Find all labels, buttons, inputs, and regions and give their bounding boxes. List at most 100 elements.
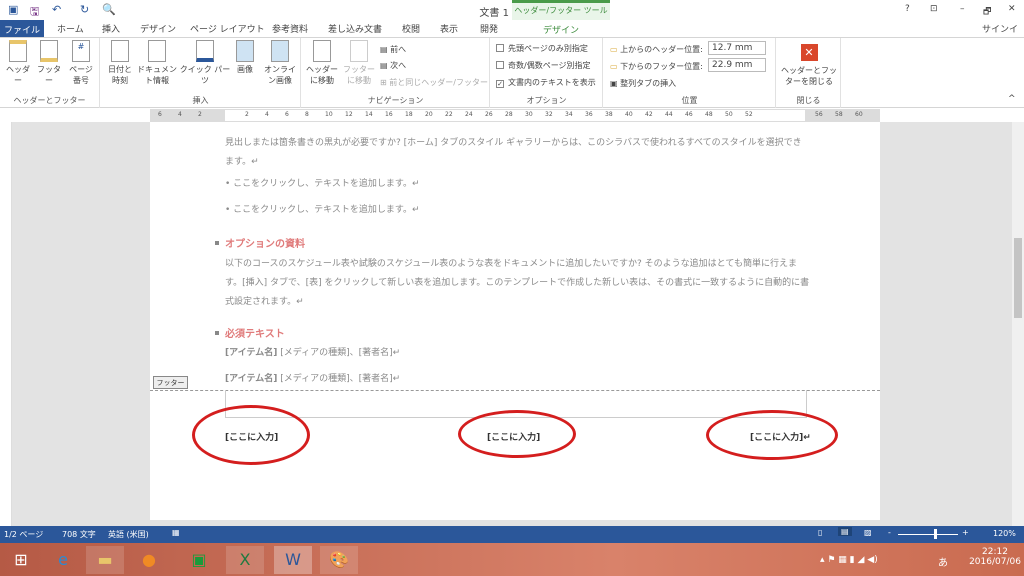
header-position-input[interactable]: 12.7 mm [708, 41, 766, 55]
group-header-footer: ヘッダー フッター # ページ番号 ヘッダーとフッター [0, 38, 100, 108]
group-options: 先頭ページのみ別指定 奇数/偶数ページ別指定 ✓ 文書内のテキストを表示 オプショ… [491, 38, 603, 108]
paragraph: 以下のコースのスケジュール表や試験のスケジュール表のような表をドキュメントに追加… [225, 259, 810, 307]
clock[interactable]: 22:12 2016/07/06 [968, 547, 1022, 567]
insert-align-tab-button[interactable]: ▣ 整列タブの挿入 [610, 78, 676, 89]
status-bar: 1/2 ページ 708 文字 英語 (米国) ▦ ▯ ▤ ▨ - + 120% [0, 526, 1024, 543]
ruler-tick: 4 [265, 111, 269, 118]
collapse-ribbon-icon[interactable]: ^ [1008, 94, 1016, 104]
excel-icon[interactable]: X [226, 546, 264, 574]
align-tab-label: 整列タブの挿入 [620, 79, 677, 88]
tab-review[interactable]: 校閲 [402, 22, 420, 35]
page-count[interactable]: 1/2 ページ [4, 529, 43, 540]
tab-file[interactable]: ファイル [0, 20, 44, 37]
ruler-tick: 56 [815, 111, 823, 118]
web-layout-icon[interactable]: ▨ [864, 528, 872, 537]
word-icon[interactable]: W [274, 546, 312, 574]
first-page-checkbox[interactable]: 先頭ページのみ別指定 [496, 43, 588, 54]
paint-icon[interactable]: 🎨 [320, 546, 358, 574]
ribbon-display-button[interactable]: ⊡ [930, 4, 938, 14]
quick-parts-button[interactable]: クイック パーツ [179, 38, 231, 86]
group-insert: 日付と時刻 ドキュメント情報 クイック パーツ 画像 オンライン画像 挿入 [101, 38, 301, 108]
picture-button[interactable]: 画像 [231, 38, 259, 75]
online-picture-button[interactable]: オンライン画像 [261, 38, 299, 86]
goheader-label: ヘッダーに移動 [306, 65, 338, 85]
picture-icon [236, 40, 254, 62]
file-explorer-icon[interactable]: ▬ [86, 546, 124, 574]
tab-mailings[interactable]: 差し込み文書 [328, 22, 382, 35]
zoom-out-button[interactable]: - [888, 528, 891, 537]
store-icon[interactable]: ▣ [180, 546, 218, 574]
tab-design[interactable]: デザイン [140, 22, 176, 35]
link-to-previous-button[interactable]: ⊞ 前と同じヘッダー/フッター [380, 77, 488, 88]
ruler-tick: 14 [365, 111, 373, 118]
help-button[interactable]: ? [905, 4, 910, 14]
previous-button[interactable]: ▤ 前へ [380, 44, 406, 55]
clock-time: 22:12 [982, 547, 1008, 557]
gofooter-label: フッターに移動 [343, 65, 375, 85]
odd-even-checkbox[interactable]: 奇数/偶数ページ別指定 [496, 60, 591, 71]
ruler-tick: 18 [405, 111, 413, 118]
firefox-icon[interactable]: ● [130, 546, 168, 574]
tab-references[interactable]: 参考資料 [272, 22, 308, 35]
tray-icons[interactable]: ▴ ⚑ ▦ ▮ ◢ ◀) [820, 555, 878, 565]
zoom-in-button[interactable]: + [962, 528, 969, 537]
footer-position-input[interactable]: 22.9 mm [708, 58, 766, 72]
tab-home[interactable]: ホーム [57, 22, 84, 35]
bullet-item: • ここをクリックし、テキストを追加します。↵ [225, 205, 420, 215]
heading-text: 必須テキスト [225, 329, 285, 340]
tab-developer[interactable]: 開発 [480, 22, 498, 35]
footer-button[interactable]: フッター [34, 38, 64, 86]
show-text-checkbox[interactable]: ✓ 文書内のテキストを表示 [496, 77, 596, 88]
heading: オプションの資料 [215, 235, 305, 250]
annotation-circle [458, 410, 576, 458]
tab-page-layout[interactable]: ページ レイアウト [190, 22, 265, 35]
tab-insert[interactable]: 挿入 [102, 22, 120, 35]
group-label: ナビゲーション [367, 96, 424, 105]
ruler-tick: 26 [485, 111, 493, 118]
first-label: 先頭ページのみ別指定 [508, 44, 588, 53]
zoom-level[interactable]: 120% [993, 529, 1016, 538]
page-number-button[interactable]: # ページ番号 [66, 38, 96, 86]
item-name: [アイテム名] [225, 374, 278, 384]
vertical-scrollbar[interactable] [1012, 122, 1024, 526]
document-info-button[interactable]: ドキュメント情報 [137, 38, 177, 86]
scrollbar-thumb[interactable] [1014, 238, 1022, 318]
ruler-tick: 30 [525, 111, 533, 118]
tab-hf-design[interactable]: デザイン [512, 20, 610, 37]
internet-explorer-icon[interactable]: e [44, 546, 82, 574]
close-header-footer-button[interactable]: ✕ ヘッダーとフッターを閉じる [779, 44, 839, 87]
print-layout-icon[interactable]: ▤ [838, 527, 852, 536]
context-tab-title: ヘッダー/フッター ツール [514, 6, 608, 15]
ruler-tick: 16 [385, 111, 393, 118]
footer-tag: フッター [153, 376, 188, 389]
macro-icon[interactable]: ▦ [172, 528, 180, 537]
document-page[interactable]: 見出しまたは箇条書きの黒丸が必要ですか? [ホーム] タブのスタイル ギャラリー… [150, 122, 880, 520]
zoom-slider-thumb[interactable] [934, 529, 937, 539]
header-button[interactable]: ヘッダー [4, 38, 32, 86]
start-windows-icon[interactable]: ⊞ [2, 546, 40, 574]
group-navigation: ヘッダーに移動 フッターに移動 ▤ 前へ ▤ 次へ ⊞ 前と同じヘッダー/フッタ… [302, 38, 490, 108]
horizontal-ruler[interactable]: 6 4 2 2 4 6 8 10 12 14 16 18 20 22 24 26 28 30 32 34 36 38 40 4… [150, 109, 880, 122]
read-mode-icon[interactable]: ▯ [818, 528, 822, 537]
header-position-label: ▭ 上からのヘッダー位置: [610, 44, 703, 55]
ruler-tick: 24 [465, 111, 473, 118]
previous-label: 前へ [390, 45, 407, 54]
item-name: [アイテム名] [225, 348, 278, 358]
group-label: 挿入 [192, 96, 209, 105]
picture-label: 画像 [237, 65, 253, 74]
restore-button[interactable]: 🗗 [983, 4, 991, 20]
checkbox-icon [496, 61, 504, 69]
close-button[interactable]: ✕ [1008, 4, 1016, 14]
ime-indicator[interactable]: あ [938, 554, 948, 569]
item-line: [アイテム名] [メディアの種類]、[著者名]↵ [225, 344, 810, 363]
language[interactable]: 英語 (米国) [108, 529, 149, 540]
next-button[interactable]: ▤ 次へ [380, 60, 406, 71]
date-time-button[interactable]: 日付と時刻 [105, 38, 135, 86]
word-count[interactable]: 708 文字 [62, 529, 96, 540]
go-to-footer-icon [350, 40, 368, 62]
ruler-tick: 4 [178, 111, 182, 118]
go-to-header-button[interactable]: ヘッダーに移動 [304, 38, 340, 86]
tab-view[interactable]: 表示 [440, 22, 458, 35]
zoom-slider[interactable] [898, 534, 958, 535]
minimize-button[interactable]: – [960, 4, 965, 14]
